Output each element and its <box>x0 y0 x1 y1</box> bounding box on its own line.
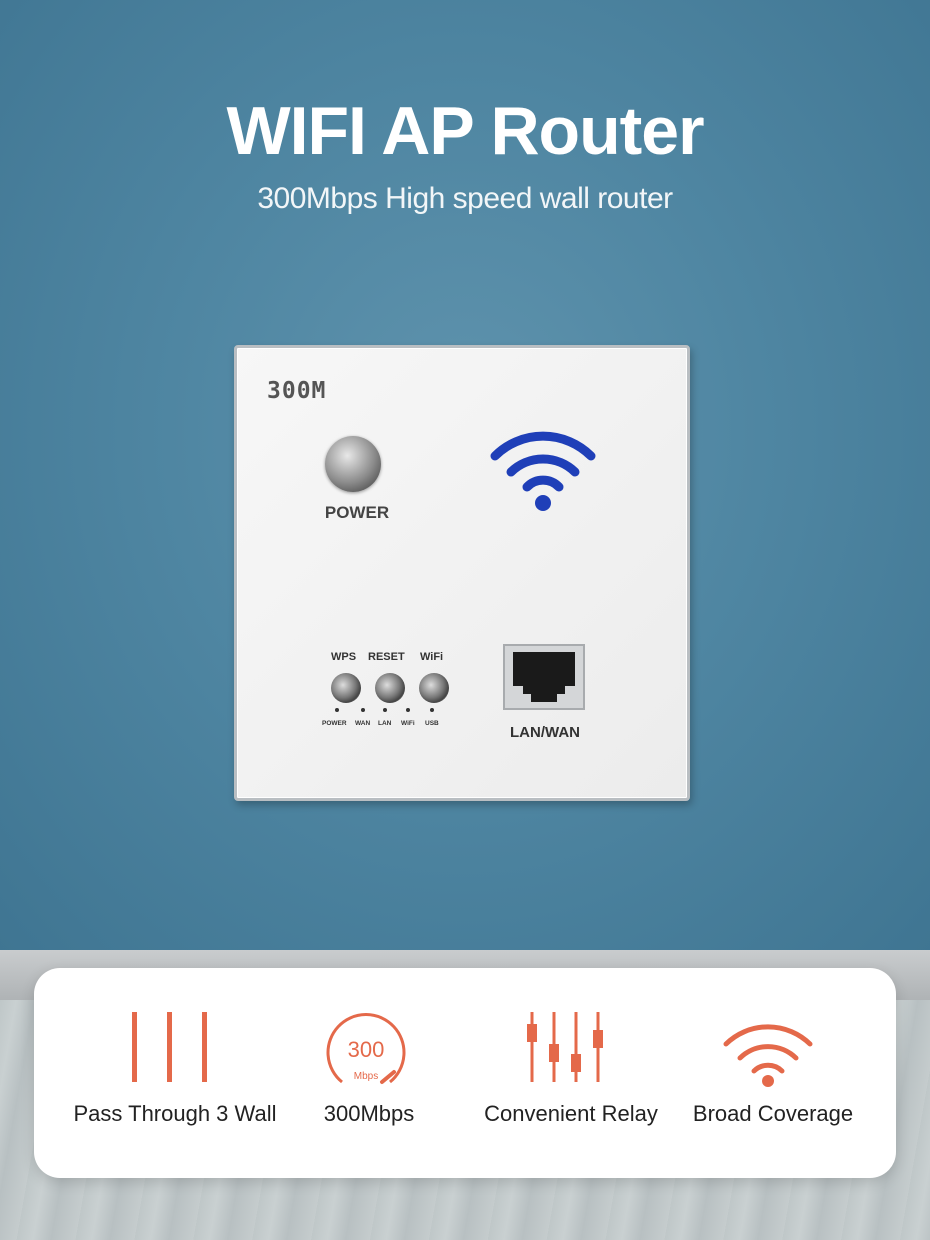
model-label: 300M <box>267 378 327 404</box>
led-label-wan: WAN <box>355 720 371 727</box>
power-label: POWER <box>324 503 390 522</box>
sliders-icon <box>527 1012 603 1082</box>
feature-walls: Pass Through 3 Wall <box>70 968 280 1178</box>
led-power <box>335 708 339 712</box>
feature-coverage: Broad Coverage <box>668 968 878 1178</box>
feature-label: 300Mbps <box>323 1101 415 1126</box>
led-label-wifi: WiFi <box>401 720 415 727</box>
features-card: Pass Through 3 Wall 300 Mbps 300Mbps Con… <box>34 968 896 1178</box>
led-label-lan: LAN <box>378 720 392 727</box>
wps-label: WPS <box>331 651 357 663</box>
rj45-icon <box>513 652 575 702</box>
led-label-power: POWER <box>322 720 347 727</box>
led-usb <box>430 708 434 712</box>
feature-relay: Convenient Relay <box>466 968 676 1178</box>
gauge-unit: Mbps <box>354 1071 378 1082</box>
feature-label: Convenient Relay <box>484 1101 658 1126</box>
feature-label: Broad Coverage <box>692 1101 854 1126</box>
wifi-label: WiFi <box>420 651 444 663</box>
led-label-usb: USB <box>425 720 439 727</box>
reset-label: RESET <box>368 651 405 663</box>
router-panel: 300M POWER WPS RESET WiFi POWER WAN LAN … <box>234 345 690 801</box>
speedometer-icon: 300 Mbps <box>326 1013 406 1084</box>
wps-button <box>331 673 361 703</box>
page-title: WIFI AP Router <box>226 93 704 169</box>
port-label: LAN/WAN <box>510 724 580 741</box>
walls-icon <box>132 1012 207 1082</box>
wifi-icon <box>723 1024 813 1087</box>
power-button <box>325 436 381 492</box>
led-lan <box>383 708 387 712</box>
page-subtitle: 300Mbps High speed wall router <box>257 182 673 215</box>
led-wifi <box>406 708 410 712</box>
wifi-button <box>419 673 449 703</box>
reset-button <box>375 673 405 703</box>
led-wan <box>361 708 365 712</box>
ethernet-port <box>503 644 585 710</box>
feature-speed: 300 Mbps 300Mbps <box>264 968 474 1178</box>
gauge-value: 300 <box>348 1037 385 1062</box>
wifi-logo-icon <box>490 431 596 511</box>
